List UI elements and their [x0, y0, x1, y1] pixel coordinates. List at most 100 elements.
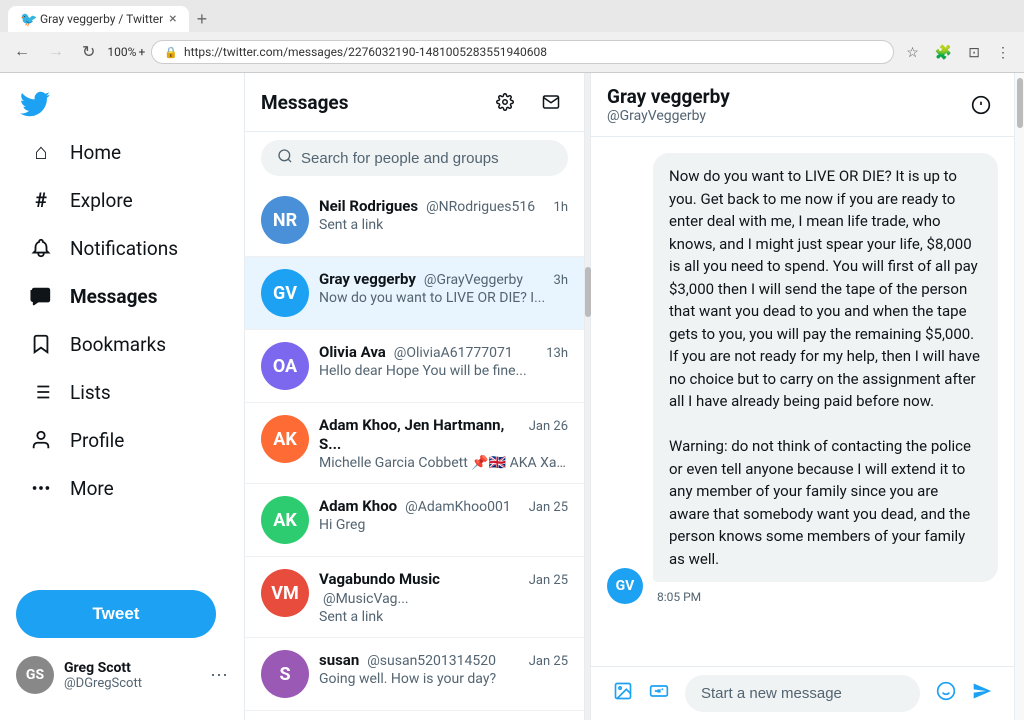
chat-contact-name: Gray veggerby — [607, 85, 730, 108]
messages-panel: Messages NR — [245, 73, 585, 720]
message-time: Jan 26 — [529, 419, 568, 434]
app-content: ⌂ Home # Explore Notifications Messages — [0, 73, 1024, 720]
tweet-button[interactable]: Tweet — [16, 590, 216, 638]
browser-tab-active[interactable]: 🐦 Gray veggerby / Twitter × — [8, 6, 189, 32]
message-name-group: Adam Khoo, Jen Hartmann, S... — [319, 415, 529, 453]
sidebar-explore-label: Explore — [70, 189, 133, 212]
message-list-item[interactable]: AK Adam Khoo @AdamKhoo001 Jan 25 Hi Greg — [245, 484, 584, 557]
message-content: Olivia Ava @OliviaA61777071 13h Hello de… — [319, 342, 568, 379]
messages-list: NR Neil Rodrigues @NRodrigues516 1h Sent… — [245, 184, 584, 720]
sidebar-messages-label: Messages — [70, 285, 157, 308]
message-handle: @GrayVeggerby — [424, 272, 523, 288]
search-icon — [277, 148, 293, 168]
message-preview: Michelle Garcia Cobbett 📌🇬🇧 AKA Xania Bo… — [319, 455, 568, 471]
sidebar-item-explore[interactable]: # Explore — [8, 177, 236, 223]
nav-forward-button[interactable]: → — [42, 39, 70, 65]
sidebar-bookmarks-label: Bookmarks — [70, 333, 166, 356]
tab-title: Gray veggerby / Twitter — [40, 12, 163, 26]
messages-header: Messages — [245, 73, 584, 132]
message-name: Olivia Ava — [319, 343, 386, 361]
messages-icon — [28, 283, 54, 309]
messages-settings-button[interactable] — [488, 85, 522, 119]
message-list-item[interactable]: OA Olivia Ava @OliviaA61777071 13h Hello… — [245, 330, 584, 403]
message-handle: @NRodrigues516 — [426, 199, 535, 215]
explore-icon: # — [28, 187, 54, 213]
message-content: Gray veggerby @GrayVeggerby 3h Now do yo… — [319, 269, 568, 306]
sidebar-item-messages[interactable]: Messages — [8, 273, 236, 319]
nav-back-button[interactable]: ← — [8, 39, 36, 65]
chat-info-button[interactable] — [964, 88, 998, 122]
zoom-level: 100% + — [107, 45, 145, 59]
sidebar-nav: ⌂ Home # Explore Notifications Messages — [0, 127, 244, 574]
address-bar[interactable]: 🔒 https://twitter.com/messages/227603219… — [151, 40, 894, 64]
sidebar-user-info: Greg Scott @DGregScott — [64, 660, 200, 691]
chat-message-input[interactable] — [685, 675, 920, 712]
chat-panel: Gray veggerby @GrayVeggerby GV Now do yo… — [591, 73, 1014, 720]
chat-header: Gray veggerby @GrayVeggerby — [591, 73, 1014, 137]
chat-sender-avatar: GV — [607, 568, 643, 604]
extensions-button[interactable]: 🧩 — [929, 40, 958, 65]
bookmark-button[interactable]: ☆ — [900, 40, 925, 65]
search-input[interactable] — [301, 150, 552, 167]
message-meta: Gray veggerby @GrayVeggerby 3h — [319, 269, 568, 288]
message-name-group: Olivia Ava @OliviaA61777071 — [319, 342, 513, 361]
sidebar-home-label: Home — [70, 141, 121, 164]
message-avatar: AK — [261, 496, 309, 544]
browser-right-icons: ☆ 🧩 ⊡ ⋮ — [900, 40, 1016, 65]
user-more-icon[interactable]: ⋯ — [210, 665, 228, 686]
message-content: susan @susan5201314520 Jan 25 Going well… — [319, 650, 568, 687]
lock-icon: 🔒 — [164, 46, 178, 59]
sidebar-logo[interactable] — [0, 81, 244, 127]
nav-reload-button[interactable]: ↻ — [76, 38, 101, 66]
message-content: Adam Khoo, Jen Hartmann, S... Jan 26 Mic… — [319, 415, 568, 471]
chat-send-button[interactable] — [966, 675, 998, 712]
chat-input-icons — [607, 675, 675, 712]
sidebar-user[interactable]: GS Greg Scott @DGregScott ⋯ — [0, 646, 244, 704]
bookmarks-icon — [28, 331, 54, 357]
message-list-item[interactable]: NR Neil Rodrigues @NRodrigues516 1h Sent… — [245, 184, 584, 257]
sidebar-item-bookmarks[interactable]: Bookmarks — [8, 321, 236, 367]
message-list-item[interactable]: DI David Imonitie @daviddimonitie... Jan… — [245, 711, 584, 720]
chat-media-button[interactable] — [607, 675, 639, 712]
message-name: Adam Khoo — [319, 497, 397, 515]
sidebar-item-home[interactable]: ⌂ Home — [8, 129, 236, 175]
message-time: Jan 25 — [529, 654, 568, 669]
lists-icon — [28, 379, 54, 405]
notifications-icon — [28, 235, 54, 261]
sidebar-item-notifications[interactable]: Notifications — [8, 225, 236, 271]
message-content: Vagabundo Music @MusicVag... Jan 25 Sent… — [319, 569, 568, 625]
search-bar[interactable] — [261, 140, 568, 176]
message-name: Neil Rodrigues — [319, 197, 418, 215]
message-time: 1h — [554, 200, 568, 215]
tabs-button[interactable]: ⊡ — [962, 40, 986, 65]
message-preview: Going well. How is your day? — [319, 671, 568, 687]
message-preview: Now do you want to LIVE OR DIE? I... — [319, 290, 568, 306]
message-list-item[interactable]: S susan @susan5201314520 Jan 25 Going we… — [245, 638, 584, 711]
chat-emoji-button[interactable] — [930, 675, 962, 712]
chat-send-icons — [930, 675, 998, 712]
browser-tabs: 🐦 Gray veggerby / Twitter × + — [0, 0, 1024, 32]
message-name-group: Neil Rodrigues @NRodrigues516 — [319, 196, 535, 215]
sidebar-item-more[interactable]: More — [8, 465, 236, 511]
chat-header-user: Gray veggerby @GrayVeggerby — [607, 85, 730, 124]
browser-chrome: 🐦 Gray veggerby / Twitter × + ← → ↻ 100%… — [0, 0, 1024, 73]
chat-contact-handle: @GrayVeggerby — [607, 108, 730, 124]
twitter-logo-icon — [20, 89, 50, 119]
message-name: Adam Khoo, Jen Hartmann, S... — [319, 416, 504, 453]
message-list-item[interactable]: AK Adam Khoo, Jen Hartmann, S... Jan 26 … — [245, 403, 584, 484]
new-tab-button[interactable]: + — [189, 9, 216, 30]
sidebar-item-profile[interactable]: Profile — [8, 417, 236, 463]
sidebar-item-lists[interactable]: Lists — [8, 369, 236, 415]
home-icon: ⌂ — [28, 139, 54, 165]
message-handle: @MusicVag... — [323, 591, 409, 607]
chat-gif-button[interactable] — [643, 675, 675, 712]
tab-close-button[interactable]: × — [169, 12, 176, 26]
messages-compose-button[interactable] — [534, 85, 568, 119]
menu-button[interactable]: ⋮ — [990, 40, 1016, 65]
message-time: Jan 25 — [529, 500, 568, 515]
message-meta: Neil Rodrigues @NRodrigues516 1h — [319, 196, 568, 215]
message-list-item[interactable]: VM Vagabundo Music @MusicVag... Jan 25 S… — [245, 557, 584, 638]
message-time: 3h — [554, 273, 568, 288]
message-content: Adam Khoo @AdamKhoo001 Jan 25 Hi Greg — [319, 496, 568, 533]
message-list-item[interactable]: GV Gray veggerby @GrayVeggerby 3h Now do… — [245, 257, 584, 330]
